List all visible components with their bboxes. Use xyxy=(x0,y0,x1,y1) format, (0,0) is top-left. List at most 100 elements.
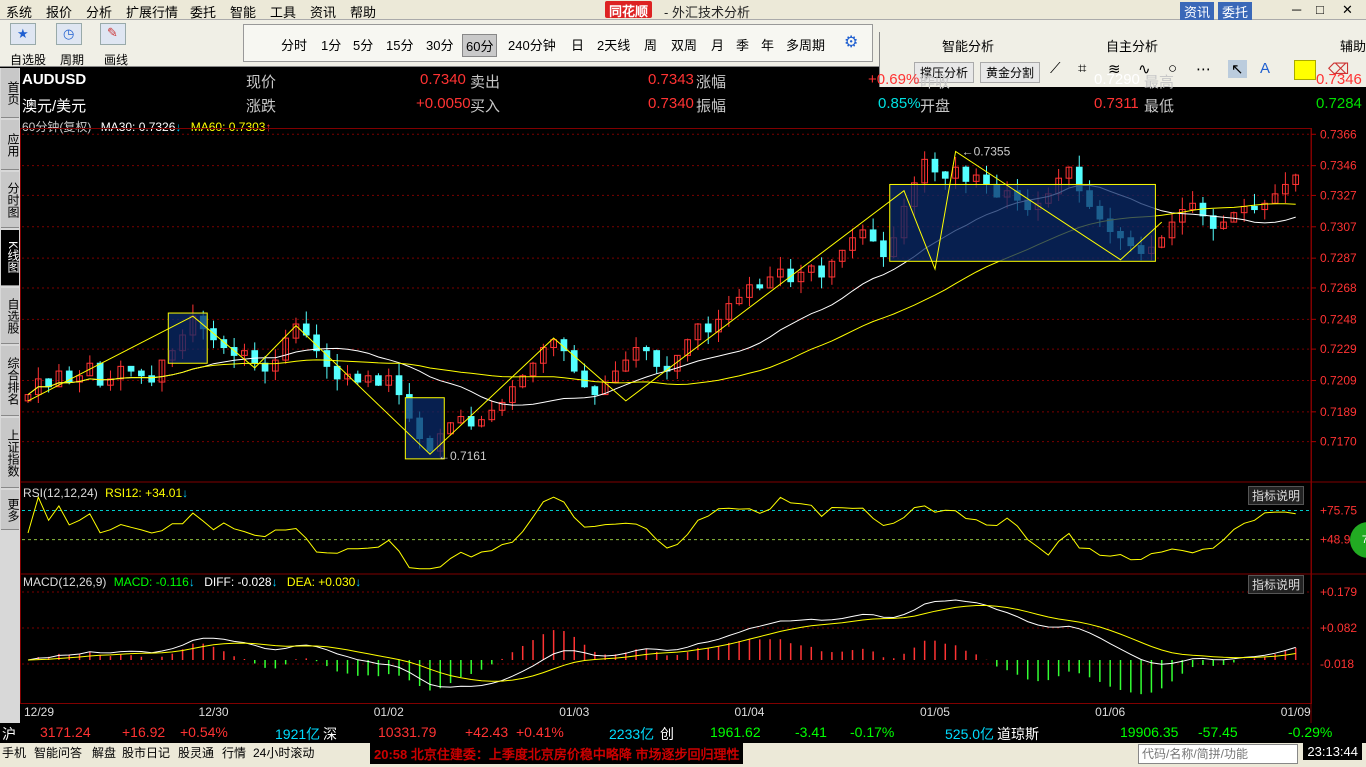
tab-market[interactable]: 行情 xyxy=(222,744,246,761)
price-tick-label: 0.7170 xyxy=(1320,435,1357,449)
sz-value: 10331.79 xyxy=(378,724,437,740)
sidetab-timeshare[interactable]: 分时图 xyxy=(1,172,20,228)
period-bar: 分时 1分 5分 15分 30分 60分 240分钟 日 2天线 周 双周 月 … xyxy=(243,24,873,62)
buy-label: 买入 xyxy=(470,98,501,115)
rsi-help-button[interactable]: 指标说明 xyxy=(1248,486,1305,505)
dj-value: 19906.35 xyxy=(1120,724,1179,740)
period-multi[interactable]: 多周期 xyxy=(786,35,825,54)
tab-24h[interactable]: 24小时滚动 xyxy=(253,744,314,761)
tab-commentary[interactable]: 解盘 xyxy=(92,744,116,761)
period-1m[interactable]: 1分 xyxy=(321,35,341,54)
amp-label: 振幅 xyxy=(696,98,727,115)
candle-body xyxy=(818,265,825,278)
draw-icon[interactable]: ✎ xyxy=(100,23,126,45)
tab-diary[interactable]: 股市日记 xyxy=(122,744,170,761)
rsi-title: RSI(12,12,24) xyxy=(23,486,98,500)
symbol-code: AUDUSD xyxy=(22,71,87,88)
menu-tools[interactable]: 工具 xyxy=(270,2,296,21)
quote-header: AUDUSD 澳元/美元 现价 0.7340 卖出 0.7343 涨幅 +0.6… xyxy=(20,68,1366,118)
candle-body xyxy=(1209,215,1217,229)
close-icon[interactable]: ✕ xyxy=(1342,2,1353,18)
menu-system[interactable]: 系统 xyxy=(6,2,32,21)
sz-chg: +42.43 xyxy=(465,724,509,740)
candle-body xyxy=(653,350,661,367)
sell-value: 0.7343 xyxy=(648,71,694,88)
period-2day[interactable]: 2天线 xyxy=(597,35,630,54)
amp-value: 0.85% xyxy=(878,95,921,112)
candle-body xyxy=(395,375,403,396)
now-label: 现价 xyxy=(246,74,277,91)
period-60m[interactable]: 60分 xyxy=(462,34,498,57)
date-label: 12/29 xyxy=(24,705,54,719)
candle-body xyxy=(210,328,217,341)
menu-trade-btn[interactable]: 委托 xyxy=(1218,2,1253,21)
menu-smart[interactable]: 智能 xyxy=(230,2,256,21)
high-value: 0.7346 xyxy=(1316,71,1362,88)
cy-vol: 525.0亿 xyxy=(945,726,995,742)
menu-ext-quote[interactable]: 扩展行情 xyxy=(126,2,178,21)
candle-body xyxy=(869,229,877,242)
prev-value: 0.7290 xyxy=(1094,71,1140,88)
period-240m[interactable]: 240分钟 xyxy=(508,35,556,54)
dea-value: DEA: +0.030 xyxy=(286,575,356,589)
price-tick-label: 0.7268 xyxy=(1320,281,1357,295)
sell-label: 卖出 xyxy=(470,74,501,91)
sidetab-ranking[interactable]: 综合排名 xyxy=(1,346,20,416)
candle-body xyxy=(704,323,712,333)
news-ticker[interactable]: 20:58 北京住建委：上季度北京房价稳中略降 市场逐步回归理性 xyxy=(370,743,744,764)
period-5m[interactable]: 5分 xyxy=(353,35,373,54)
sidetab-sh-index[interactable]: 上证指数 xyxy=(1,418,20,488)
date-label: 01/05 xyxy=(920,705,950,719)
period-icon[interactable]: ◷ xyxy=(56,23,82,45)
menu-news-btn[interactable]: 资讯 xyxy=(1180,2,1215,21)
menu-trade[interactable]: 委托 xyxy=(190,2,216,21)
sidetab-home[interactable]: 首页 xyxy=(1,68,20,118)
rsi-line xyxy=(27,495,1296,570)
menu-quote[interactable]: 报价 xyxy=(46,2,72,21)
high-annotation: ←0.7355 xyxy=(962,145,1011,159)
date-label: 01/04 xyxy=(734,705,764,719)
sidetab-kline[interactable]: K线图 xyxy=(1,230,20,286)
period-30m[interactable]: 30分 xyxy=(426,35,453,54)
period-month[interactable]: 月 xyxy=(711,35,724,54)
tab-stock-genie[interactable]: 股灵通 xyxy=(178,744,214,761)
candle-body xyxy=(1251,205,1258,211)
buy-value: 0.7340 xyxy=(648,95,694,112)
menu-analysis[interactable]: 分析 xyxy=(86,2,112,21)
sz-pct: +0.41% xyxy=(516,724,564,740)
period-15m[interactable]: 15分 xyxy=(386,35,413,54)
tab-smart-qa[interactable]: 智能问答 xyxy=(34,744,82,761)
macd-help-button[interactable]: 指标说明 xyxy=(1248,575,1305,594)
period-year[interactable]: 年 xyxy=(761,35,774,54)
candle-body xyxy=(333,365,341,380)
settings-gear-icon[interactable]: ⚙ xyxy=(844,32,858,52)
macd-level-label: -0.018 xyxy=(1320,657,1354,671)
period-fenshi[interactable]: 分时 xyxy=(281,35,307,54)
tab-aux[interactable]: 辅助 xyxy=(1340,36,1366,55)
price-tick-label: 0.7327 xyxy=(1320,188,1357,202)
kline-chart[interactable]: 0.7366 0.7346 0.7327 0.7307 0.7287 0.7268 0.72… xyxy=(20,128,1366,726)
sidetab-apps[interactable]: 应用 xyxy=(1,120,20,170)
menu-news[interactable]: 资讯 xyxy=(310,2,336,21)
tab-self-analysis[interactable]: 自主分析 xyxy=(1106,36,1158,55)
period-2week[interactable]: 双周 xyxy=(671,35,697,54)
search-input[interactable] xyxy=(1138,744,1298,764)
candle-body xyxy=(148,375,156,383)
sidetab-more[interactable]: 更多 xyxy=(1,490,20,530)
tab-smart-analysis[interactable]: 智能分析 xyxy=(942,36,994,55)
macd-level-label: +0.082 xyxy=(1320,621,1357,635)
menu-help[interactable]: 帮助 xyxy=(350,2,376,21)
period-quarter[interactable]: 季 xyxy=(736,35,749,54)
maximize-icon[interactable]: □ xyxy=(1316,2,1324,17)
cy-label: 创 xyxy=(660,726,674,742)
candle-body xyxy=(261,362,269,372)
date-label: 01/03 xyxy=(559,705,589,719)
minimize-icon[interactable]: ─ xyxy=(1292,2,1301,17)
sidetab-watchlist[interactable]: 自选股 xyxy=(1,288,20,344)
self-select-icon[interactable]: ★ xyxy=(10,23,36,45)
prev-label: 昨收 xyxy=(920,74,951,91)
open-label: 开盘 xyxy=(920,98,951,115)
period-day[interactable]: 日 xyxy=(571,35,584,54)
tab-mobile[interactable]: 手机 xyxy=(2,744,26,761)
period-week[interactable]: 周 xyxy=(644,35,657,54)
